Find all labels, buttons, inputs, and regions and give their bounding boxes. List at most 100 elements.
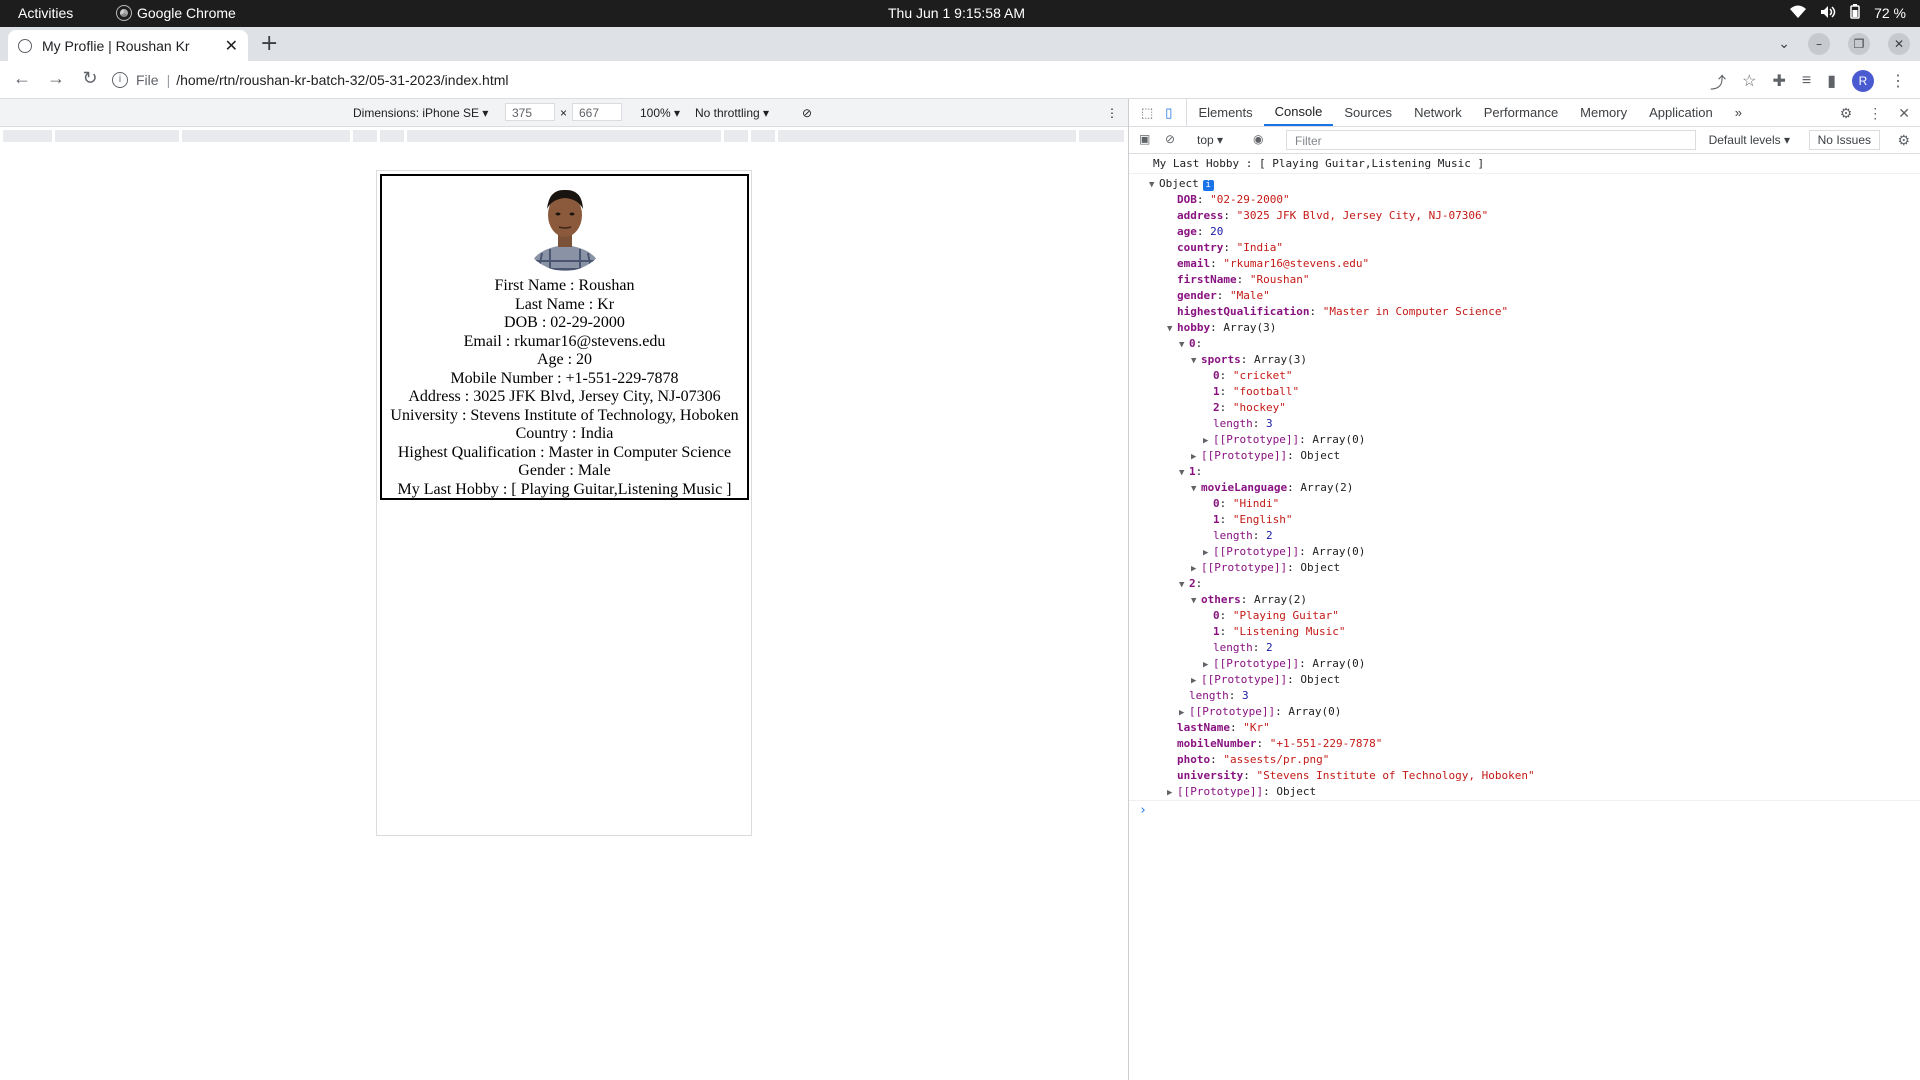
- tree-row[interactable]: ▼ movieLanguage: Array(2): [1129, 480, 1920, 496]
- tree-row[interactable]: ▶ [[Prototype]]: Object: [1129, 672, 1920, 688]
- ruler-segment[interactable]: [353, 130, 379, 142]
- new-tab-icon[interactable]: +: [260, 31, 278, 56]
- ruler-segment[interactable]: [751, 130, 777, 142]
- ruler-segment[interactable]: [407, 130, 723, 142]
- tab-close-icon[interactable]: ✕: [225, 36, 238, 56]
- tab-memory[interactable]: Memory: [1569, 99, 1638, 126]
- info-badge-icon[interactable]: i: [1202, 180, 1214, 191]
- tree-row[interactable]: mobileNumber: "+1-551-229-7878": [1129, 736, 1920, 752]
- tree-row[interactable]: length: 3: [1129, 416, 1920, 432]
- reload-icon[interactable]: ↻: [80, 68, 100, 89]
- devtools-settings-icon[interactable]: ⚙: [1840, 105, 1853, 122]
- console-filter-input[interactable]: Filter: [1286, 130, 1696, 150]
- console-settings-icon[interactable]: ⚙: [1897, 132, 1910, 149]
- context-selector[interactable]: top ▾: [1197, 133, 1223, 147]
- side-panel-icon[interactable]: ▮: [1827, 71, 1836, 91]
- address-bar[interactable]: i File | /home/rtn/roushan-kr-batch-32/0…: [112, 66, 1682, 94]
- share-icon[interactable]: ⤴: [1710, 69, 1726, 93]
- device-toggle-icon[interactable]: ▯: [1165, 105, 1172, 121]
- minimize-icon[interactable]: –: [1808, 33, 1830, 55]
- sidebar-toggle-icon[interactable]: ▣: [1139, 132, 1150, 146]
- tree-row[interactable]: ▼ sports: Array(3): [1129, 352, 1920, 368]
- tree-row[interactable]: age: 20: [1129, 224, 1920, 240]
- tree-row[interactable]: lastName: "Kr": [1129, 720, 1920, 736]
- console-prompt[interactable]: ›: [1129, 800, 1920, 820]
- issues-button[interactable]: No Issues: [1808, 130, 1880, 150]
- ruler-segment[interactable]: [1079, 130, 1126, 142]
- tab-sources[interactable]: Sources: [1333, 99, 1403, 126]
- ruler-segment[interactable]: [182, 130, 352, 142]
- tree-row[interactable]: 0: "Playing Guitar": [1129, 608, 1920, 624]
- media-queue-icon[interactable]: ≡: [1802, 72, 1811, 90]
- app-menu[interactable]: Google Chrome: [116, 5, 236, 21]
- dimensions-dropdown[interactable]: Dimensions: iPhone SE ▾: [353, 106, 488, 120]
- zoom-dropdown[interactable]: 100% ▾: [640, 106, 680, 120]
- tree-row[interactable]: DOB: "02-29-2000": [1129, 192, 1920, 208]
- ruler-segment[interactable]: [380, 130, 406, 142]
- tree-row[interactable]: ▶ [[Prototype]]: Object: [1129, 448, 1920, 464]
- ruler-segment[interactable]: [778, 130, 1078, 142]
- height-input[interactable]: 667: [572, 103, 622, 121]
- tree-row[interactable]: length: 2: [1129, 640, 1920, 656]
- forward-icon[interactable]: →: [46, 68, 66, 89]
- tree-row[interactable]: address: "3025 JFK Blvd, Jersey City, NJ…: [1129, 208, 1920, 224]
- tab-performance[interactable]: Performance: [1473, 99, 1569, 126]
- more-menu-icon[interactable]: ⋮: [1890, 71, 1906, 91]
- activities-button[interactable]: Activities: [18, 5, 73, 21]
- tree-row[interactable]: 0: "Hindi": [1129, 496, 1920, 512]
- tree-row[interactable]: 2: "hockey": [1129, 400, 1920, 416]
- tab-elements[interactable]: Elements: [1187, 99, 1263, 126]
- tree-row[interactable]: gender: "Male": [1129, 288, 1920, 304]
- log-levels-dropdown[interactable]: Default levels ▾: [1709, 133, 1790, 147]
- tab-network[interactable]: Network: [1403, 99, 1473, 126]
- tree-row[interactable]: ▶ [[Prototype]]: Object: [1129, 784, 1920, 800]
- system-tray[interactable]: 72 %: [1790, 4, 1906, 22]
- extensions-icon[interactable]: ✚: [1772, 71, 1785, 91]
- tree-row[interactable]: ▼ 2:: [1129, 576, 1920, 592]
- tree-row[interactable]: length: 3: [1129, 688, 1920, 704]
- tab-console[interactable]: Console: [1263, 99, 1334, 126]
- tree-row[interactable]: length: 2: [1129, 528, 1920, 544]
- tree-row[interactable]: 1: "Listening Music": [1129, 624, 1920, 640]
- object-root[interactable]: ▼ Object i: [1129, 176, 1920, 192]
- tree-row[interactable]: highestQualification: "Master in Compute…: [1129, 304, 1920, 320]
- url-text[interactable]: /home/rtn/roushan-kr-batch-32/05-31-2023…: [176, 72, 508, 88]
- tree-row[interactable]: ▶ [[Prototype]]: Object: [1129, 560, 1920, 576]
- tree-row[interactable]: ▶ [[Prototype]]: Array(0): [1129, 656, 1920, 672]
- tree-row[interactable]: country: "India": [1129, 240, 1920, 256]
- rotate-icon[interactable]: ⊘: [802, 106, 812, 120]
- info-icon[interactable]: i: [112, 72, 128, 88]
- devtools-close-icon[interactable]: ✕: [1898, 105, 1910, 122]
- ruler-segment[interactable]: [724, 130, 750, 142]
- clear-console-icon[interactable]: ⊘: [1165, 132, 1175, 146]
- expanded-triangle-icon[interactable]: ▼: [1149, 177, 1159, 193]
- tree-row[interactable]: ▼ 1:: [1129, 464, 1920, 480]
- close-window-icon[interactable]: ✕: [1888, 33, 1910, 55]
- object-tree[interactable]: ▼ Object i DOB: "02-29-2000" address: "302…: [1129, 174, 1920, 800]
- throttling-dropdown[interactable]: No throttling ▾: [695, 106, 769, 120]
- ruler-segment[interactable]: [3, 130, 54, 142]
- live-expression-eye-icon[interactable]: ◉: [1253, 132, 1263, 146]
- clock[interactable]: Thu Jun 1 9:15:58 AM: [888, 5, 1025, 21]
- tree-row[interactable]: email: "rkumar16@stevens.edu": [1129, 256, 1920, 272]
- tree-row[interactable]: university: "Stevens Institute of Techno…: [1129, 768, 1920, 784]
- tab-application[interactable]: Application: [1638, 99, 1724, 126]
- devtools-menu-icon[interactable]: ⋮: [1868, 105, 1882, 122]
- more-tabs-icon[interactable]: »: [1724, 99, 1753, 126]
- back-icon[interactable]: ←: [12, 68, 32, 89]
- restore-icon[interactable]: ❐: [1848, 33, 1870, 55]
- tree-row[interactable]: ▶ [[Prototype]]: Array(0): [1129, 432, 1920, 448]
- tree-row[interactable]: ▶ [[Prototype]]: Array(0): [1129, 704, 1920, 720]
- tree-row[interactable]: firstName: "Roushan": [1129, 272, 1920, 288]
- tree-row[interactable]: photo: "assests/pr.png": [1129, 752, 1920, 768]
- tree-row[interactable]: ▼ hobby: Array(3): [1129, 320, 1920, 336]
- browser-tab[interactable]: My Proflie | Roushan Kr ✕: [8, 30, 248, 61]
- tree-row[interactable]: 0: "cricket": [1129, 368, 1920, 384]
- tree-row[interactable]: 1: "football": [1129, 384, 1920, 400]
- device-more-icon[interactable]: ⋮: [1106, 106, 1118, 120]
- tree-row[interactable]: ▶ [[Prototype]]: Array(0): [1129, 544, 1920, 560]
- tree-row[interactable]: ▼ 0:: [1129, 336, 1920, 352]
- tree-row[interactable]: 1: "English": [1129, 512, 1920, 528]
- inspect-element-icon[interactable]: ⬚: [1141, 105, 1153, 121]
- profile-avatar[interactable]: R: [1852, 70, 1874, 92]
